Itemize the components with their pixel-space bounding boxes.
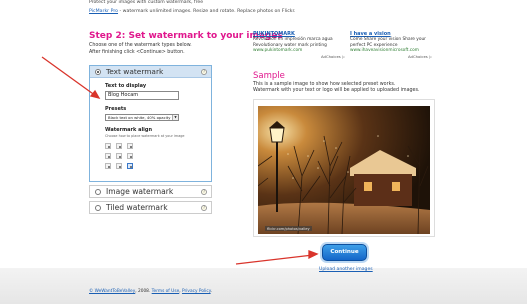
annotation-arrow-icon xyxy=(235,250,319,265)
annotation-arrow-icon xyxy=(41,56,101,100)
annotation-arrows xyxy=(41,56,319,265)
